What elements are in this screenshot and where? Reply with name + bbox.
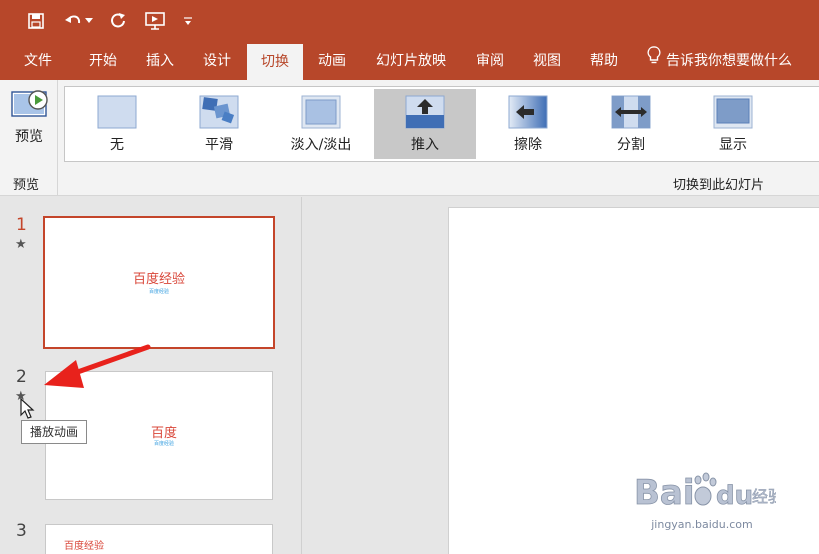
mouse-cursor-icon: [20, 398, 35, 419]
svg-text:du: du: [716, 481, 753, 511]
svg-text:经验: 经验: [752, 487, 776, 506]
watermark-url: jingyan.baidu.com: [651, 518, 753, 531]
svg-text:Bai: Bai: [634, 473, 695, 513]
tooltip: 播放动画: [21, 420, 87, 444]
